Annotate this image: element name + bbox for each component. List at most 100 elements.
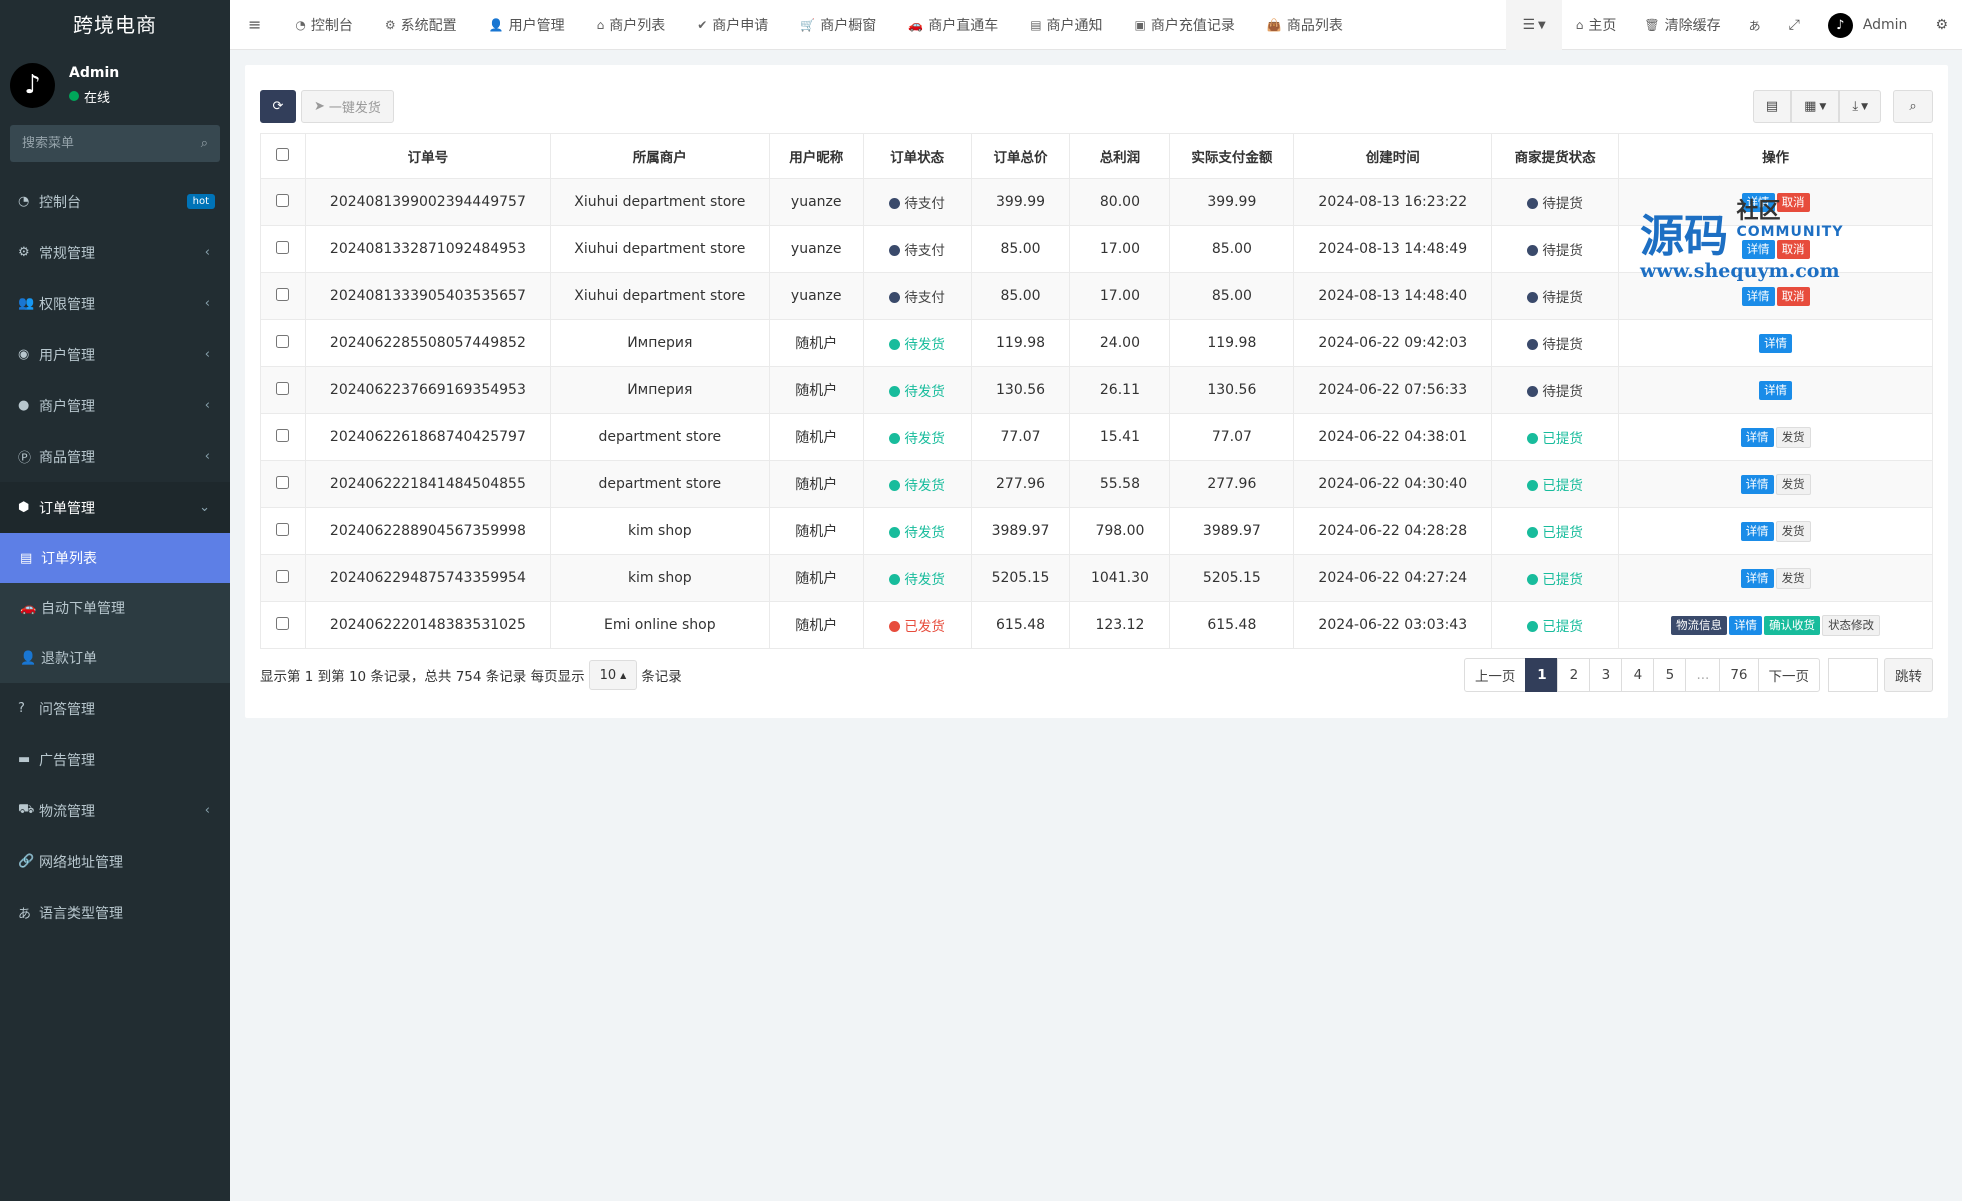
top-nav-item-2[interactable]: 👤 用户管理: [473, 0, 581, 50]
detail-button[interactable]: 详情: [1741, 239, 1775, 259]
row-checkbox[interactable]: [276, 334, 290, 348]
jump-button[interactable]: 跳转: [1884, 658, 1933, 692]
row-checkbox[interactable]: [276, 569, 290, 583]
cancel-button[interactable]: 取消: [1776, 286, 1810, 306]
table-row[interactable]: 2024062288904567359998 kim shop 随机户 待发货 3989…: [260, 507, 1933, 555]
page-button-1[interactable]: 2: [1557, 658, 1591, 692]
prev-page-button[interactable]: 上一页: [1463, 658, 1527, 692]
page-size-select[interactable]: 10 ▲: [588, 660, 638, 690]
sidebar-item-items-1[interactable]: ⚙ 常规管理 ‹: [0, 227, 230, 278]
export-button[interactable]: ⤓ ▼: [1839, 90, 1881, 123]
top-nav-item-0[interactable]: ◔ 控制台: [279, 0, 368, 50]
admin-menu[interactable]: ♪ Admin: [1814, 0, 1922, 50]
top-nav-item-1[interactable]: ⚙ 系统配置: [369, 0, 473, 50]
sidebar-item-sub-items-1[interactable]: 🚗 自动下单管理: [0, 583, 230, 633]
col-header[interactable]: 订单号: [304, 133, 551, 179]
columns-button[interactable]: ▦ ▼: [1791, 90, 1840, 123]
table-row[interactable]: 2024081332871092484953 Xiuhui department …: [260, 225, 1933, 273]
sidebar-item-items-after-2[interactable]: ⛟ 物流管理 ‹: [0, 785, 230, 836]
brand-logo[interactable]: 跨境电商: [0, 0, 230, 50]
top-nav-item-8[interactable]: ▣ 商户充值记录: [1119, 0, 1251, 50]
col-header[interactable]: 用户昵称: [768, 133, 864, 179]
detail-button[interactable]: 详情: [1741, 192, 1775, 212]
nav-clear-cache[interactable]: 🗑 清除缓存: [1630, 0, 1734, 50]
modify-button[interactable]: 状态修改: [1822, 614, 1881, 636]
col-header[interactable]: 订单状态: [862, 133, 972, 179]
top-nav-item-3[interactable]: ⌂ 商户列表: [581, 0, 682, 50]
row-checkbox[interactable]: [276, 475, 290, 489]
sidebar-item-sub-items-0[interactable]: ▤ 订单列表: [0, 533, 230, 583]
detail-button[interactable]: 详情: [1740, 474, 1774, 494]
fullscreen-icon[interactable]: ⤢: [1775, 0, 1814, 50]
detail-button[interactable]: 详情: [1740, 427, 1774, 447]
top-nav-item-9[interactable]: 👜 商品列表: [1251, 0, 1359, 50]
ship-button[interactable]: 发货: [1775, 520, 1811, 542]
sidebar-item-sub-items-2[interactable]: 👤 退款订单: [0, 633, 230, 683]
row-checkbox[interactable]: [276, 522, 290, 536]
select-all-checkbox[interactable]: [276, 147, 290, 161]
top-nav-item-4[interactable]: ✔ 商户申请: [681, 0, 784, 50]
detail-button[interactable]: 详情: [1741, 286, 1775, 306]
cancel-button[interactable]: 取消: [1776, 239, 1810, 259]
detail-button[interactable]: 详情: [1740, 521, 1774, 541]
ship-button[interactable]: 发货: [1775, 426, 1811, 448]
confirm-button[interactable]: 确认收货: [1764, 615, 1821, 635]
sidebar-item-items-after-0[interactable]: ? 问答管理: [0, 683, 230, 734]
table-row[interactable]: 2024062294875743359954 kim shop 随机户 待发货 5205…: [260, 554, 1933, 602]
table-row[interactable]: 2024062237669169354953 Империя 随机户 待发货 130.5…: [260, 366, 1933, 414]
table-row[interactable]: 2024081399002394449757 Xiuhui department …: [260, 178, 1933, 226]
row-checkbox[interactable]: [276, 287, 290, 301]
settings-gear-icon[interactable]: ⚙: [1921, 0, 1962, 50]
next-page-button[interactable]: 下一页: [1757, 658, 1820, 692]
logistics-button[interactable]: 物流信息: [1671, 615, 1728, 635]
ship-button[interactable]: 发货: [1775, 567, 1811, 589]
page-button-6[interactable]: 76: [1719, 658, 1759, 692]
sidebar-item-items-after-3[interactable]: 🔗 网络地址管理: [0, 836, 230, 887]
detail-button[interactable]: 详情: [1740, 568, 1774, 588]
col-header[interactable]: 实际支付金额: [1169, 133, 1295, 179]
table-row[interactable]: 2024081333905403535657 Xiuhui department …: [260, 272, 1933, 320]
ship-button[interactable]: 发货: [1775, 473, 1811, 495]
top-nav-item-7[interactable]: ▤ 商户通知: [1014, 0, 1118, 50]
page-button-2[interactable]: 3: [1589, 658, 1623, 692]
sidebar-item-items-4[interactable]: ● 商户管理 ‹: [0, 380, 230, 431]
col-header[interactable]: 订单总价: [970, 133, 1071, 179]
table-row[interactable]: 2024062221841484504855 department store 随机…: [260, 460, 1933, 508]
table-row[interactable]: 2024062285508057449852 Империя 随机户 待发货 119.9…: [260, 319, 1933, 367]
translate-icon[interactable]: あ: [1735, 0, 1775, 50]
col-header[interactable]: 商家提货状态: [1491, 133, 1620, 179]
sidebar-item-items-after-4[interactable]: あ语言类型管理: [0, 887, 230, 938]
sidebar-item-items-6[interactable]: ⬢ 订单管理 ⌄: [0, 482, 230, 533]
page-button-3[interactable]: 4: [1621, 658, 1655, 692]
search-input[interactable]: [22, 136, 172, 151]
sidebar-item-items-3[interactable]: ◉ 用户管理 ‹: [0, 329, 230, 380]
nav-dropdown[interactable]: ☰ ▼: [1506, 0, 1562, 50]
cancel-button[interactable]: 取消: [1776, 192, 1810, 212]
row-checkbox[interactable]: [276, 616, 290, 630]
top-nav-item-6[interactable]: 🚗 商户直通车: [892, 0, 1014, 50]
row-checkbox[interactable]: [276, 193, 290, 207]
table-row[interactable]: 2024062261868740425797 department store 随机…: [260, 413, 1933, 461]
detail-button[interactable]: 详情: [1729, 615, 1763, 635]
col-header[interactable]: 总利润: [1069, 133, 1171, 179]
row-checkbox[interactable]: [276, 428, 290, 442]
page-button-4[interactable]: 5: [1653, 658, 1687, 692]
search-toggle-button[interactable]: ⌕: [1893, 90, 1933, 123]
page-button-0[interactable]: 1: [1525, 658, 1559, 692]
nav-home[interactable]: ⌂ 主页: [1562, 0, 1631, 50]
menu-toggle-icon[interactable]: ≡: [230, 0, 279, 50]
col-header[interactable]: 创建时间: [1293, 133, 1493, 179]
row-checkbox[interactable]: [276, 381, 290, 395]
sidebar-item-items-5[interactable]: Ⓟ 商品管理 ‹: [0, 431, 230, 482]
table-row[interactable]: 2024062220148383531025 Emi online shop 随机户…: [260, 601, 1933, 649]
ship-all-button[interactable]: ➤ 一键发货: [301, 90, 394, 123]
search-icon[interactable]: ⌕: [201, 136, 208, 151]
sidebar-item-items-after-1[interactable]: ▬ 广告管理: [0, 734, 230, 785]
toggle-view-button[interactable]: ▤: [1752, 90, 1792, 123]
sidebar-item-items-0[interactable]: ◔ 控制台 hot: [0, 176, 230, 227]
top-nav-item-5[interactable]: 🛒 商户橱窗: [784, 0, 892, 50]
detail-button[interactable]: 详情: [1759, 380, 1793, 400]
refresh-button[interactable]: ⟳: [260, 90, 296, 123]
row-checkbox[interactable]: [276, 240, 290, 254]
sidebar-item-items-2[interactable]: 👥 权限管理 ‹: [0, 278, 230, 329]
